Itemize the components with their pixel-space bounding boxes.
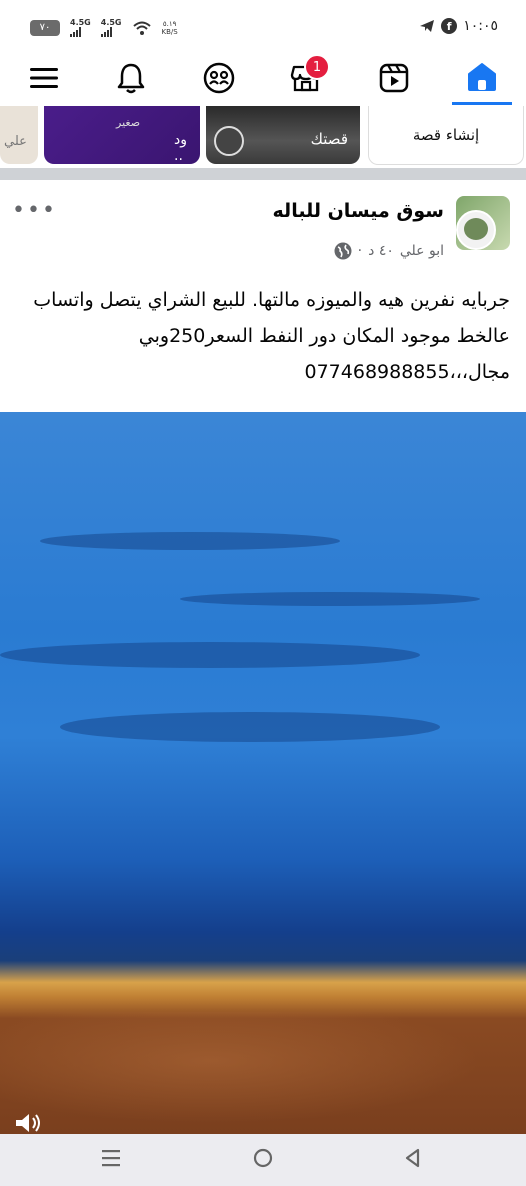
status-left: ٧٠ 4.5G 4.5G ٥.١٩ KB/S [30,18,178,37]
feed-separator [0,168,526,180]
feed-post: سوق ميسان للباله ابو علي ٤٠ د · ••• جربا… [0,180,526,412]
friends-button[interactable] [189,52,249,104]
story-text-1: صغير [116,116,141,129]
video-button[interactable] [364,52,424,104]
post-meta: ابو علي ٤٠ د · [334,242,444,260]
your-story-card[interactable]: قصتك [206,106,360,164]
top-navigation: 1 [0,52,526,107]
signal-bars-icon [100,27,112,37]
status-right: f ١٠:٠٥ [419,18,498,34]
globe-icon [334,242,352,260]
signal-label-2: 4.5G [100,18,122,27]
network-speed-unit: KB/S [161,27,178,36]
marketplace-button[interactable]: 1 [276,52,336,104]
story-edge-label: علي [4,134,27,149]
home-circle-icon[interactable] [251,1146,275,1170]
clock: ١٠:٠٥ [463,18,498,34]
post-time[interactable]: ٤٠ د [368,243,394,259]
home-tab[interactable] [452,52,512,105]
battery-indicator: ٧٠ [30,19,60,36]
telegram-icon [420,20,435,32]
menu-icon [30,68,58,88]
group-name[interactable]: سوق ميسان للباله [273,200,444,222]
status-bar: ٧٠ 4.5G 4.5G ٥.١٩ KB/S f ١٠:٠٥ [0,0,526,52]
network-speed: ٥.١٩ KB/S [162,20,178,36]
notifications-button[interactable] [101,52,161,104]
signal-label-1: 4.5G [70,18,91,27]
friends-icon [203,62,235,94]
signal-bars-icon [70,27,81,37]
bell-icon [117,63,145,94]
signal-indicator-1: 4.5G [70,18,91,37]
network-speed-value: ٥.١٩ [162,19,177,28]
create-story-label: إنشاء قصة [412,126,480,144]
separator-dot: · [357,243,363,259]
story-avatar [214,126,244,156]
story-card[interactable]: صغير ود .. [44,106,200,164]
author-avatar [456,210,496,250]
facebook-icon: f [441,18,458,34]
group-avatar[interactable] [456,196,510,250]
post-text: جربايه نفرين هيه والميوزه مالتها. للبيع … [33,289,510,383]
story-card-edge[interactable]: علي [0,106,38,164]
wifi-icon [132,21,151,35]
back-icon[interactable] [402,1146,424,1170]
wood-texture [0,1012,526,1134]
post-video[interactable] [0,412,526,1134]
video-icon [379,63,409,93]
system-navigation-bar [0,1134,526,1186]
signal-indicator-2: 4.5G [100,18,122,37]
home-icon [468,63,496,91]
speaker-icon[interactable] [14,1112,44,1134]
create-story-card[interactable]: إنشاء قصة [368,106,524,165]
stories-tray: إنشاء قصة قصتك صغير ود .. علي [0,106,526,168]
your-story-label: قصتك [310,130,348,148]
author-name[interactable]: ابو علي [400,243,444,259]
menu-button[interactable] [14,52,74,104]
story-text-2: ود .. [174,132,187,164]
marketplace-badge: 1 [304,54,330,80]
more-options-icon[interactable]: ••• [12,198,57,223]
recent-apps-icon[interactable] [100,1146,122,1170]
